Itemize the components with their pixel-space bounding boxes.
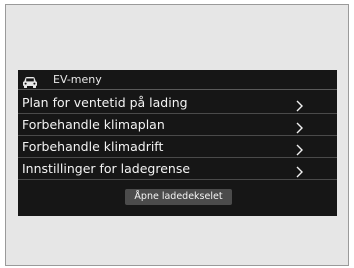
menu-item-label: Plan for ventetid på lading bbox=[22, 95, 188, 110]
menu-item-label: Innstillinger for ladegrense bbox=[22, 161, 191, 176]
menu-item-label: Forbehandle klimaplan bbox=[22, 117, 165, 132]
open-charge-port-button[interactable]: Åpne ladedekselet bbox=[125, 189, 232, 205]
header-divider bbox=[18, 89, 337, 90]
page-frame: EV-meny Plan for ventetid på lading Forb… bbox=[5, 4, 349, 266]
ev-menu-screen: EV-meny Plan for ventetid på lading Forb… bbox=[18, 70, 337, 216]
chevron-right-icon bbox=[295, 141, 305, 156]
menu-item-climate-plan[interactable]: Forbehandle klimaplan bbox=[18, 114, 337, 136]
menu-item-waiting-time-plan[interactable]: Plan for ventetid på lading bbox=[18, 92, 337, 114]
car-icon bbox=[22, 73, 38, 88]
chevron-right-icon bbox=[295, 163, 305, 178]
menu-header: EV-meny bbox=[18, 70, 337, 89]
menu-item-label: Forbehandle klimadrift bbox=[22, 139, 164, 154]
menu-item-climate-operation[interactable]: Forbehandle klimadrift bbox=[18, 136, 337, 158]
menu-title: EV-meny bbox=[53, 73, 102, 86]
chevron-right-icon bbox=[295, 97, 305, 112]
menu-item-charge-limit-settings[interactable]: Innstillinger for ladegrense bbox=[18, 158, 337, 180]
chevron-right-icon bbox=[295, 119, 305, 134]
divider bbox=[18, 179, 337, 180]
